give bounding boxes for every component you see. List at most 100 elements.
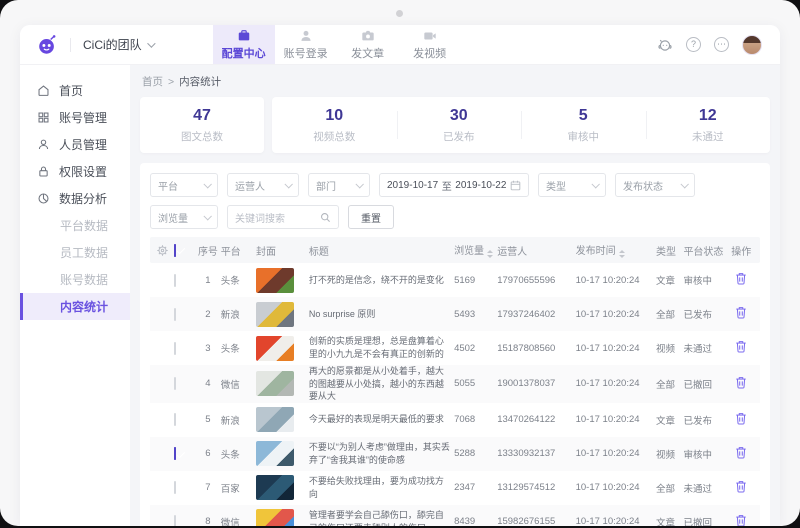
select-placeholder: 类型 — [546, 178, 566, 193]
row-cover-cell — [256, 509, 309, 526]
sidebar-item-personnel-mgmt[interactable]: 人员管理 — [20, 131, 130, 158]
row-type: 文章 — [656, 515, 683, 526]
cover-image[interactable] — [256, 336, 294, 361]
customer-service-icon[interactable] — [657, 37, 673, 53]
tab-account-login[interactable]: 账号登录 — [275, 25, 337, 64]
cover-image[interactable] — [256, 475, 294, 500]
delete-trash-icon[interactable] — [735, 272, 747, 285]
row-title-cell[interactable]: 再大的愿景都是从小处着手，越大的图越要从小处搞，越小的东西越要从大 — [309, 365, 454, 403]
cover-image[interactable] — [256, 407, 294, 432]
cover-image[interactable] — [256, 302, 294, 327]
department-select[interactable]: 部门 — [308, 173, 370, 197]
row-publish-time: 10-17 10:20:24 — [576, 378, 656, 389]
sidebar-item-data-analysis[interactable]: 数据分析 — [20, 185, 130, 212]
row-checkbox[interactable] — [174, 342, 176, 355]
table-row: 1 头条 打不死的是信念，绕不开的是变化 5169 17970655596 10… — [150, 263, 760, 297]
more-icon[interactable]: ⋯ — [714, 37, 729, 52]
keyword-search-input[interactable]: 关键词搜索 — [227, 205, 339, 229]
delete-trash-icon[interactable] — [735, 514, 747, 526]
tab-config-center[interactable]: 配置中心 — [213, 25, 275, 64]
views-select[interactable]: 浏览量 — [150, 205, 218, 229]
column-operator[interactable]: 运营人 — [497, 243, 575, 258]
sidebar-item-account-mgmt[interactable]: 账号管理 — [20, 104, 130, 131]
type-select[interactable]: 类型 — [538, 173, 606, 197]
sidebar-item-home[interactable]: 首页 — [20, 77, 130, 104]
operator-select[interactable]: 运营人 — [227, 173, 299, 197]
row-cover-cell — [256, 302, 309, 327]
app-window: CiCi的团队 配置中心 账号登录 — [20, 25, 780, 526]
row-checkbox[interactable] — [174, 515, 176, 526]
tab-publish-article[interactable]: 发文章 — [337, 25, 399, 64]
delete-trash-icon[interactable] — [735, 376, 747, 389]
sidebar-subitem-content-stats[interactable]: 内容统计 — [20, 293, 130, 320]
sort-icon[interactable] — [619, 250, 625, 258]
search-placeholder: 关键词搜索 — [235, 210, 285, 225]
delete-trash-icon[interactable] — [735, 340, 747, 353]
column-action[interactable]: 操作 — [729, 243, 754, 258]
row-title-cell[interactable]: 今天最好的表现是明天最低的要求 — [309, 413, 454, 426]
user-avatar[interactable] — [742, 35, 762, 55]
row-checkbox[interactable] — [174, 274, 176, 287]
sidebar-subitem-platform-data[interactable]: 平台数据 — [20, 212, 130, 239]
chevron-down-icon — [680, 180, 688, 188]
row-title-cell[interactable]: 创新的实质是理想，总是盘算着心里的小九九是不会有真正的创新的 — [309, 335, 454, 360]
reset-button[interactable]: 重置 — [348, 205, 394, 229]
row-checkbox[interactable] — [174, 447, 176, 460]
row-status: 未通过 — [683, 481, 728, 495]
delete-trash-icon[interactable] — [735, 306, 747, 319]
sidebar-item-permission-settings[interactable]: 权限设置 — [20, 158, 130, 185]
row-title: 不要给失败找理由，要为成功找方向 — [309, 476, 444, 499]
cover-image[interactable] — [256, 371, 294, 396]
select-all-checkbox[interactable] — [174, 244, 176, 257]
select-placeholder: 运营人 — [235, 178, 265, 193]
row-checkbox[interactable] — [174, 481, 176, 494]
column-title[interactable]: 标题 — [309, 243, 454, 258]
delete-trash-icon[interactable] — [735, 412, 747, 425]
search-icon[interactable] — [320, 212, 331, 223]
breadcrumb-root[interactable]: 首页 — [142, 76, 163, 88]
row-title-cell[interactable]: 不要以“为别人考虑”做理由，其实丢弃了“舍我其谁”的使命感 — [309, 441, 454, 466]
row-title-cell[interactable]: 不要给失败找理由，要为成功找方向 — [309, 475, 454, 500]
row-title-cell[interactable]: 打不死的是信念，绕不开的是变化 — [309, 274, 454, 287]
row-checkbox[interactable] — [174, 377, 176, 390]
row-checkbox[interactable] — [174, 308, 176, 321]
cover-image[interactable] — [256, 441, 294, 466]
sidebar-item-label: 人员管理 — [59, 136, 107, 153]
sidebar-subitem-account-data[interactable]: 账号数据 — [20, 266, 130, 293]
row-checkbox[interactable] — [174, 413, 176, 426]
cover-image[interactable] — [256, 268, 294, 293]
row-platform: 头条 — [221, 273, 256, 287]
sidebar-subitem-employee-data[interactable]: 员工数据 — [20, 239, 130, 266]
stat-label: 未通过 — [692, 129, 724, 144]
row-publish-time: 10-17 10:20:24 — [576, 448, 656, 459]
body-wrap: 首页 账号管理 人员管理 — [20, 65, 780, 526]
cover-image[interactable] — [256, 509, 294, 526]
date-range-picker[interactable]: 2019-10-17 至 2019-10-22 — [379, 173, 529, 197]
column-index[interactable]: 序号 — [195, 243, 220, 258]
column-platform-status[interactable]: 平台状态 — [683, 243, 728, 258]
row-title-cell[interactable]: 管理者要学会自己舔伤口，舔完自己的伤口还要去舔别人的伤口 — [309, 509, 454, 526]
main-content: 首页>内容统计 47 图文总数 10 视频总数 — [130, 65, 780, 526]
column-settings-gear-icon[interactable] — [156, 244, 174, 257]
select-all-cell — [174, 245, 196, 256]
delete-trash-icon[interactable] — [735, 480, 747, 493]
publish-status-select[interactable]: 发布状态 — [615, 173, 695, 197]
row-views: 5288 — [454, 448, 497, 459]
help-icon[interactable]: ? — [686, 37, 701, 52]
lock-icon — [37, 165, 50, 178]
app-logo-robot-icon[interactable] — [36, 34, 58, 56]
tab-publish-video[interactable]: 发视频 — [399, 25, 461, 64]
sort-icon[interactable] — [487, 250, 493, 258]
row-checkbox-cell — [174, 343, 196, 354]
column-platform[interactable]: 平台 — [221, 243, 256, 258]
team-switcher[interactable]: CiCi的团队 — [83, 36, 153, 53]
header-right: ? ⋯ — [657, 25, 762, 64]
column-type[interactable]: 类型 — [656, 243, 683, 258]
column-publish-time[interactable]: 发布时间 — [576, 242, 656, 258]
column-cover[interactable]: 封面 — [256, 243, 309, 258]
row-title-cell[interactable]: No surprise 原则 — [309, 308, 454, 321]
row-operator: 15982676155 — [497, 516, 575, 526]
column-views[interactable]: 浏览量 — [454, 242, 497, 258]
platform-select[interactable]: 平台 — [150, 173, 218, 197]
delete-trash-icon[interactable] — [735, 446, 747, 459]
